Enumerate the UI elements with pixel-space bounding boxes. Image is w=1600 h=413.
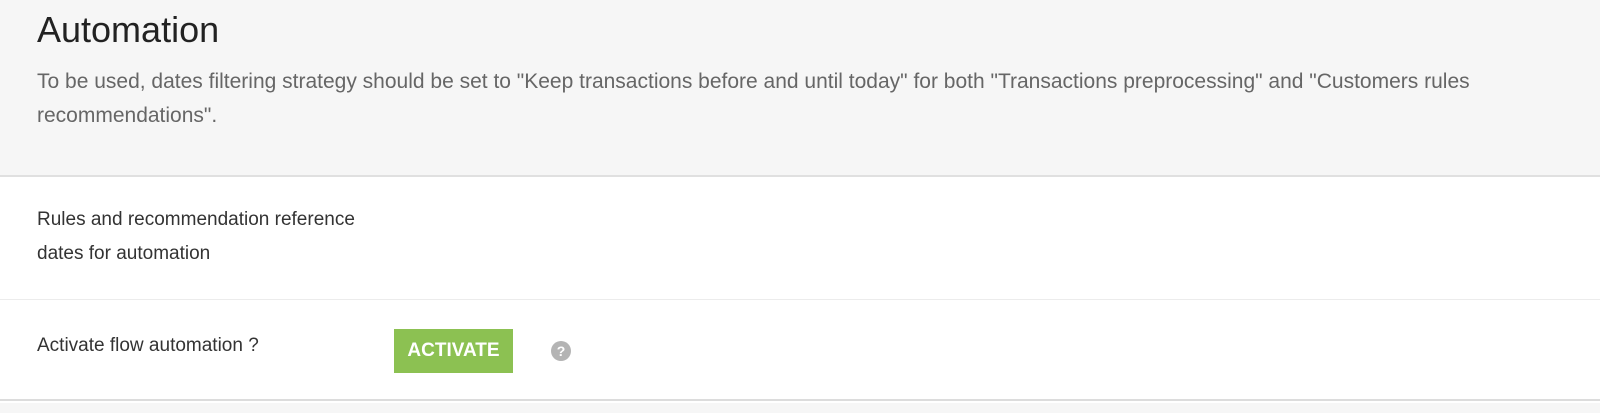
- automation-header: Automation To be used, dates filtering s…: [0, 0, 1600, 177]
- page-title: Automation: [37, 9, 220, 50]
- activate-button[interactable]: ACTIVATE: [394, 329, 513, 373]
- bottom-divider: [0, 403, 1600, 413]
- activate-flow-row: Activate flow automation ? ACTIVATE ?: [0, 301, 1600, 401]
- automation-page: Automation To be used, dates filtering s…: [0, 0, 1600, 413]
- automation-description: To be used, dates filtering strategy sho…: [37, 70, 1470, 127]
- question-circle-icon[interactable]: ?: [551, 341, 571, 361]
- reference-dates-row: Rules and recommendation reference dates…: [0, 177, 1600, 300]
- reference-dates-label: Rules and recommendation reference dates…: [37, 209, 355, 264]
- activate-flow-label: Activate flow automation ?: [37, 335, 259, 356]
